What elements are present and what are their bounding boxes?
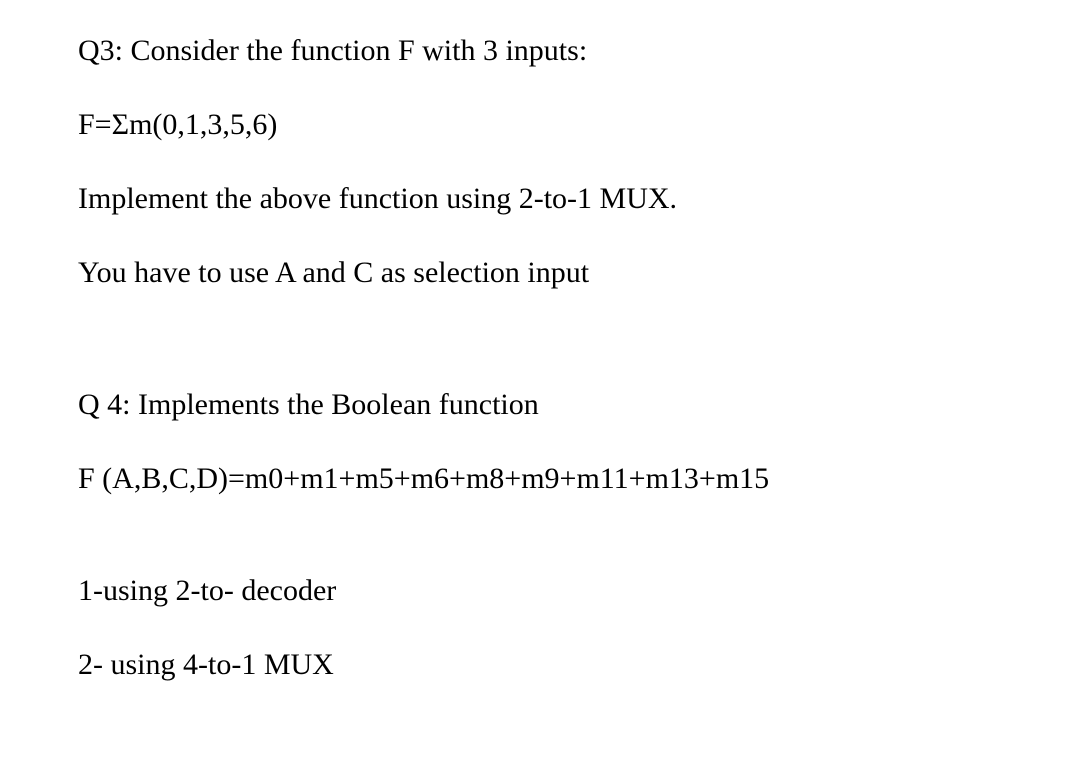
q3-title: Q3: Consider the function F with 3 input… (78, 30, 1002, 72)
document-content: Q3: Consider the function F with 3 input… (78, 30, 1002, 686)
q3-instruction-1: Implement the above function using 2-to-… (78, 178, 1002, 220)
q3-formula: F=Σm(0,1,3,5,6) (78, 104, 1002, 146)
q4-option-2: 2- using 4-to-1 MUX (78, 644, 1002, 686)
q3-instruction-2: You have to use A and C as selection inp… (78, 252, 1002, 294)
q4-option-1: 1-using 2-to- decoder (78, 570, 1002, 612)
q4-title: Q 4: Implements the Boolean function (78, 384, 1002, 426)
q4-formula: F (A,B,C,D)=m0+m1+m5+m6+m8+m9+m11+m13+m1… (78, 458, 1002, 500)
